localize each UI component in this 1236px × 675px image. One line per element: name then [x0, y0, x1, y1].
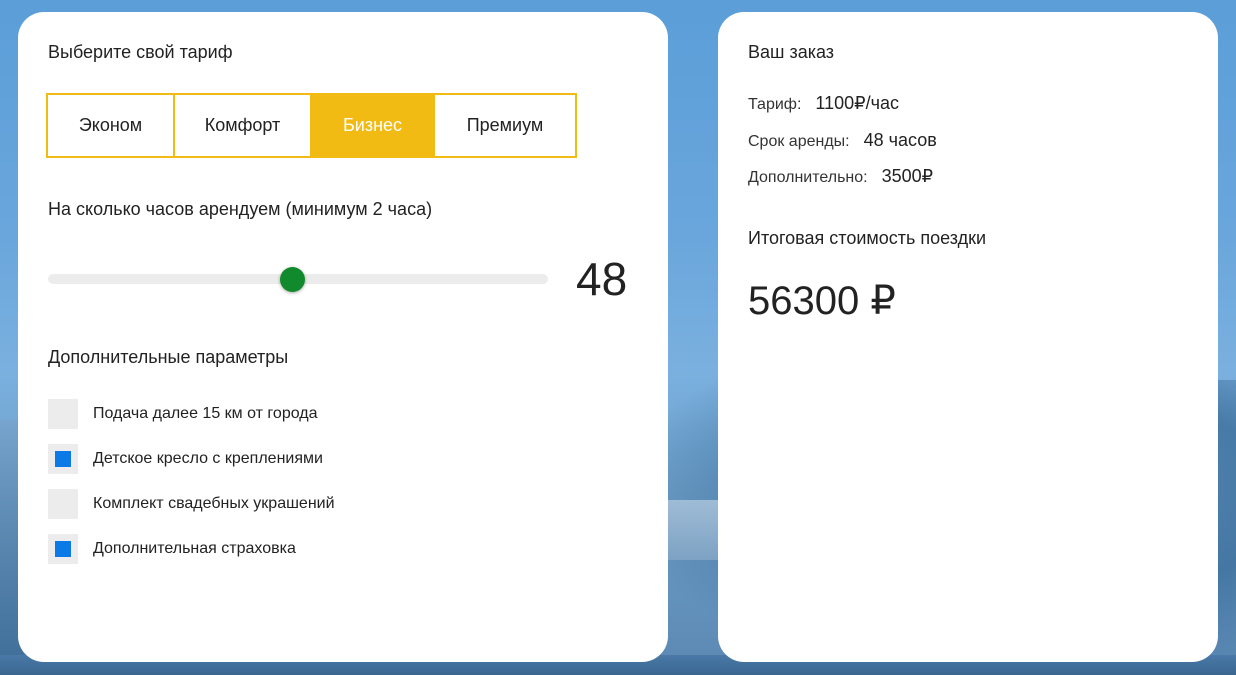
tariff-title: Выберите свой тариф — [48, 42, 233, 62]
order-key: Дополнительно: — [748, 169, 868, 186]
order-row-duration: Срок аренды: 48 часов — [748, 130, 937, 151]
checkbox[interactable] — [48, 444, 78, 474]
options-title: Дополнительные параметры — [48, 347, 289, 367]
option-label: Комплект свадебных украшений — [93, 495, 335, 512]
order-key: Срок аренды: — [748, 133, 850, 150]
option-label: Детское кресло с креплениями — [93, 450, 323, 467]
option-wedding-decor[interactable]: Комплект свадебных украшений — [48, 489, 335, 519]
option-label: Дополнительная страховка — [93, 540, 296, 557]
tab-comfort[interactable]: Комфорт — [175, 95, 312, 156]
option-child-seat[interactable]: Детское кресло с креплениями — [48, 444, 323, 474]
order-value: 1100₽/час — [815, 93, 899, 113]
checkbox[interactable] — [48, 399, 78, 429]
tab-business[interactable]: Бизнес — [312, 95, 435, 156]
background-railing — [668, 500, 718, 560]
order-row-tariff: Тариф: 1100₽/час — [748, 93, 899, 114]
tariff-card: Выберите свой тариф Эконом Комфорт Бизне… — [18, 12, 668, 662]
checkbox[interactable] — [48, 489, 78, 519]
tab-premium[interactable]: Премиум — [435, 95, 575, 156]
tariff-tabs: Эконом Комфорт Бизнес Премиум — [46, 93, 577, 158]
option-label: Подача далее 15 км от города — [93, 405, 318, 422]
total-label: Итоговая стоимость поездки — [748, 228, 987, 248]
tab-econom[interactable]: Эконом — [48, 95, 175, 156]
hours-slider-thumb[interactable] — [280, 267, 305, 292]
order-title: Ваш заказ — [748, 42, 835, 62]
hours-value: 48 — [576, 253, 628, 305]
option-delivery[interactable]: Подача далее 15 км от города — [48, 399, 318, 429]
order-card: Ваш заказ Тариф: 1100₽/час Срок аренды: … — [718, 12, 1218, 662]
order-value: 3500₽ — [881, 166, 934, 186]
order-value: 48 часов — [863, 130, 937, 150]
option-insurance[interactable]: Дополнительная страховка — [48, 534, 296, 564]
order-key: Тариф: — [748, 96, 802, 113]
order-row-extras: Дополнительно: 3500₽ — [748, 166, 933, 187]
checkbox[interactable] — [48, 534, 78, 564]
hours-label: На сколько часов арендуем (минимум 2 час… — [48, 199, 433, 219]
total-value: 56300 ₽ — [748, 279, 896, 323]
